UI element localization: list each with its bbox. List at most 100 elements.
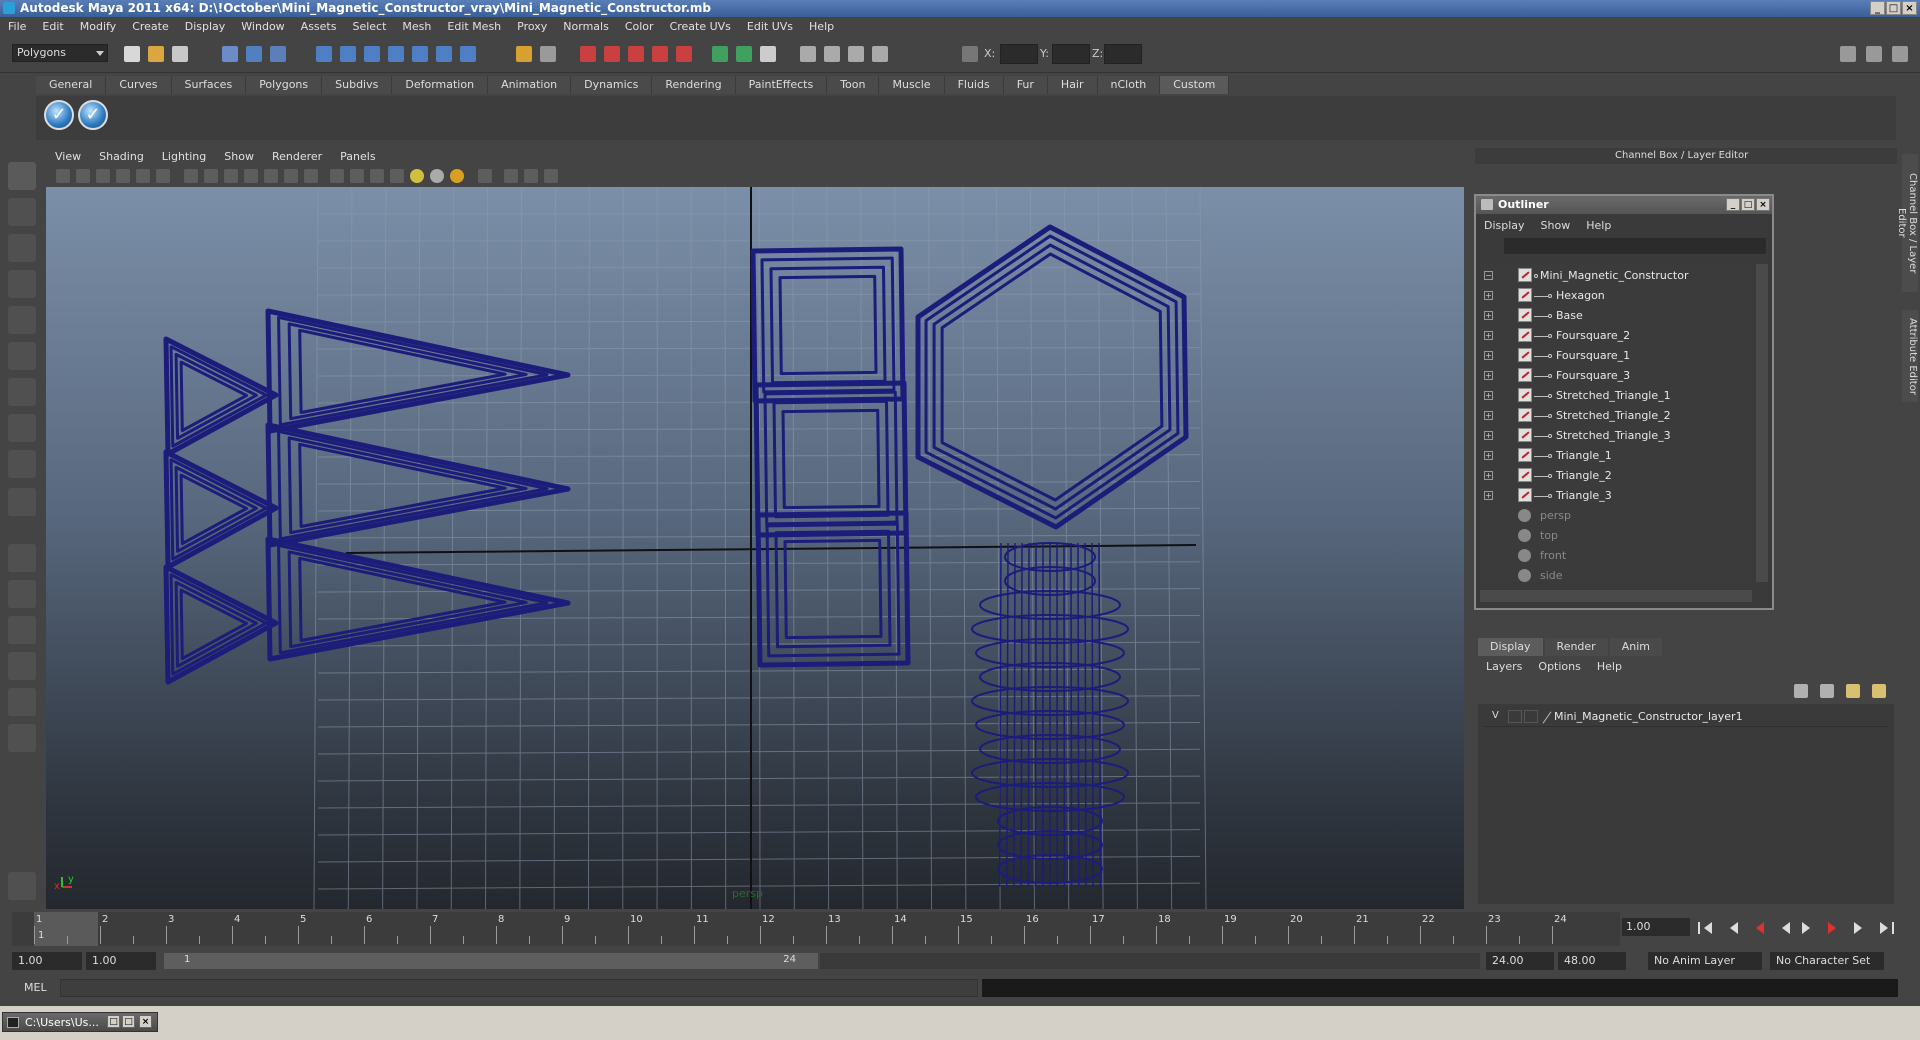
outliner-minimize-button[interactable]: _ (1726, 198, 1740, 211)
single-perspective-layout-icon[interactable] (8, 544, 36, 572)
paint-select-tool-icon[interactable] (8, 234, 36, 262)
go-to-end-icon[interactable] (1880, 922, 1894, 934)
taskbar-maximize-button[interactable]: □ (122, 1015, 135, 1028)
outliner-item[interactable]: + Stretched_Triangle_3 (1480, 426, 1752, 446)
viewport-menu-view[interactable]: View (46, 150, 90, 163)
select-tool-icon[interactable] (8, 162, 36, 190)
close-button[interactable]: × (1902, 1, 1917, 15)
hypershade-icon[interactable] (652, 46, 668, 62)
expand-toggle[interactable]: − (1484, 271, 1493, 280)
high-quality-icon[interactable] (544, 169, 558, 183)
tab-dynamics[interactable]: Dynamics (571, 76, 653, 94)
snap-curve-icon[interactable] (340, 46, 356, 62)
tab-ncloth[interactable]: nCloth (1097, 76, 1161, 94)
open-scene-icon[interactable] (148, 46, 164, 62)
snapshot-icon[interactable] (824, 46, 840, 62)
default-light-icon[interactable] (410, 169, 424, 183)
tab-fur[interactable]: Fur (1003, 76, 1048, 94)
outliner-item[interactable]: + Foursquare_2 (1480, 326, 1752, 346)
snap-surface-icon[interactable] (412, 46, 428, 62)
history-icon[interactable] (460, 46, 476, 62)
tab-toon[interactable]: Toon (827, 76, 880, 94)
xray-icon[interactable] (478, 169, 492, 183)
tab-display-layers[interactable]: Display (1478, 638, 1543, 656)
menu-edit-mesh[interactable]: Edit Mesh (439, 20, 509, 33)
outliner-close-button[interactable]: × (1756, 198, 1770, 211)
tab-painteffects[interactable]: PaintEffects (735, 76, 828, 94)
ipr-render-icon[interactable] (604, 46, 620, 62)
outliner-menu-display[interactable]: Display (1476, 219, 1533, 232)
outliner-item[interactable]: top (1480, 526, 1752, 546)
outliner-item[interactable]: + Stretched_Triangle_1 (1480, 386, 1752, 406)
tab-subdivs[interactable]: Subdivs (322, 76, 393, 94)
command-language-label[interactable]: MEL (24, 981, 47, 994)
menu-select[interactable]: Select (344, 20, 394, 33)
viewport-menu-show[interactable]: Show (215, 150, 263, 163)
current-frame-field[interactable]: 1.00 (1622, 918, 1690, 936)
outliner-menu-help[interactable]: Help (1578, 219, 1619, 232)
save-scene-icon[interactable] (172, 46, 188, 62)
xray-joints-icon[interactable] (524, 169, 538, 183)
outliner-item[interactable]: + Foursquare_1 (1480, 346, 1752, 366)
step-forward-key-icon[interactable] (1828, 922, 1842, 934)
play-backward-icon[interactable] (1776, 922, 1790, 934)
step-back-icon[interactable] (1724, 922, 1738, 934)
playback-start-field[interactable]: 1.00 (86, 952, 156, 970)
render-settings-icon[interactable] (628, 46, 644, 62)
pin-icon[interactable] (8, 872, 36, 900)
expand-toggle[interactable]: + (1484, 491, 1493, 500)
tab-fluids[interactable]: Fluids (944, 76, 1004, 94)
tab-hair[interactable]: Hair (1047, 76, 1098, 94)
expand-toggle[interactable]: + (1484, 331, 1493, 340)
last-tool-icon[interactable] (8, 488, 36, 516)
render-view-icon[interactable] (676, 46, 692, 62)
all-lights-icon[interactable] (450, 169, 464, 183)
smooth-shade-icon[interactable] (350, 169, 364, 183)
two-d-pan-icon[interactable] (136, 169, 150, 183)
tab-polygons[interactable]: Polygons (246, 76, 323, 94)
snap-grid-icon[interactable] (316, 46, 332, 62)
graph-editor-layout-icon[interactable] (8, 652, 36, 680)
outliner-item[interactable]: + Triangle_1 (1480, 446, 1752, 466)
perspective-viewport[interactable]: y x persp (46, 187, 1464, 909)
x-field[interactable] (1000, 44, 1038, 64)
menu-color[interactable]: Color (617, 20, 662, 33)
select-component-icon[interactable] (270, 46, 286, 62)
range-bar[interactable]: 1 24 (164, 953, 818, 969)
tab-anim-layers[interactable]: Anim (1609, 638, 1662, 656)
viewport-menu-renderer[interactable]: Renderer (263, 150, 331, 163)
animation-end-field[interactable]: 48.00 (1558, 952, 1626, 970)
outliner-horizontal-scrollbar[interactable] (1480, 590, 1752, 602)
expand-toggle[interactable]: + (1484, 471, 1493, 480)
playback-end-field[interactable]: 24.00 (1486, 952, 1554, 970)
outliner-item[interactable]: − Mini_Magnetic_Constructor (1480, 266, 1752, 286)
tab-animation[interactable]: Animation (488, 76, 572, 94)
expand-toggle[interactable]: + (1484, 411, 1493, 420)
step-back-key-icon[interactable] (1750, 922, 1764, 934)
layer-menu-layers[interactable]: Layers (1478, 658, 1530, 676)
custom-layout-icon[interactable] (8, 724, 36, 752)
outliner-item[interactable]: side (1480, 566, 1752, 586)
rotate-tool-icon[interactable] (8, 306, 36, 334)
taskbar-item-console[interactable]: C:\Users\Us... □ □ × (2, 1012, 158, 1032)
outliner-item[interactable]: + Triangle_2 (1480, 466, 1752, 486)
menu-create-uvs[interactable]: Create UVs (662, 20, 739, 33)
toggle-display-icon[interactable] (872, 46, 888, 62)
new-layer-icon[interactable] (1846, 684, 1860, 698)
outliner-menu-show[interactable]: Show (1533, 219, 1579, 232)
menu-normals[interactable]: Normals (555, 20, 617, 33)
outliner-item[interactable]: + Base (1480, 306, 1752, 326)
expand-toggle[interactable]: + (1484, 311, 1493, 320)
go-to-start-icon[interactable] (1698, 922, 1712, 934)
menu-window[interactable]: Window (233, 20, 292, 33)
texture-icon[interactable] (390, 169, 404, 183)
tab-render-layers[interactable]: Render (1544, 638, 1608, 656)
menu-set-selector[interactable]: Polygons (12, 44, 108, 62)
maximize-button[interactable]: □ (1886, 1, 1901, 15)
expand-toggle[interactable]: + (1484, 371, 1493, 380)
outliner-filter-field[interactable] (1504, 238, 1766, 254)
image-plane-icon[interactable] (116, 169, 130, 183)
menu-create[interactable]: Create (124, 20, 177, 33)
layer-visibility-toggle[interactable]: V (1492, 710, 1499, 721)
show-manipulator-icon[interactable] (8, 450, 36, 478)
